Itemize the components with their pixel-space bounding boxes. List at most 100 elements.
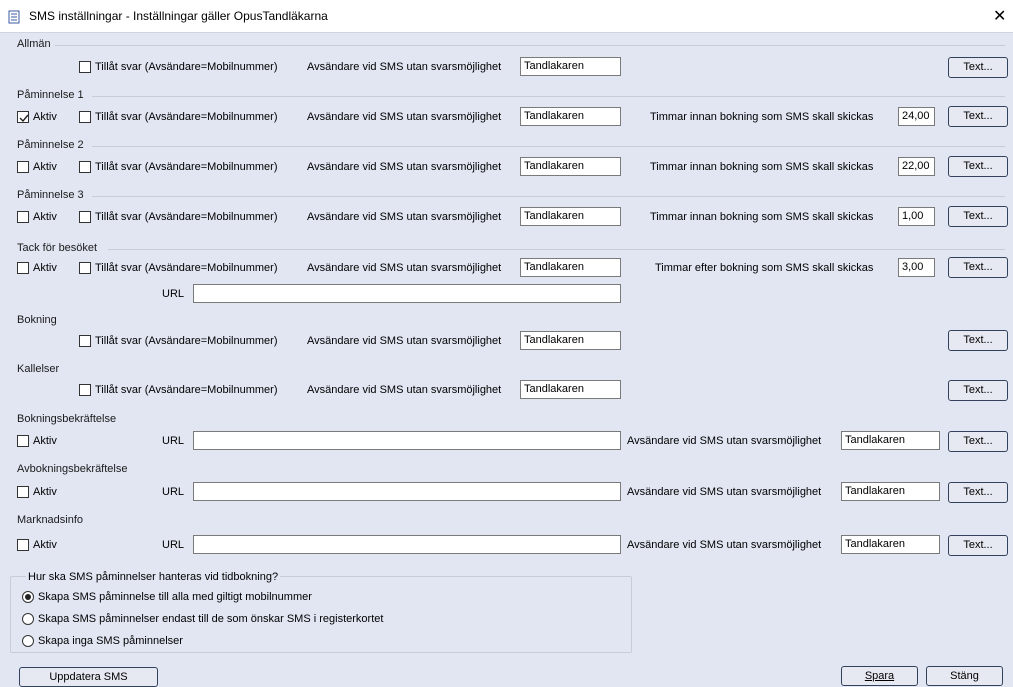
section-header-paminnelse3: Påminnelse 3: [17, 189, 84, 201]
text-button-paminnelse3[interactable]: Text...: [948, 206, 1008, 227]
sender-label: Avsändare vid SMS utan svarsmöjlighet: [627, 539, 822, 551]
active-checkbox-tack[interactable]: [17, 262, 29, 274]
active-label: Aktiv: [33, 211, 57, 223]
allow-reply-label: Tillåt svar (Avsändare=Mobilnummer): [95, 161, 278, 173]
sender-label: Avsändare vid SMS utan svarsmöjlighet: [307, 161, 502, 173]
allow-reply-checkbox-paminnelse1[interactable]: [79, 111, 91, 123]
section-header-allman: Allmän: [17, 38, 51, 50]
section-header-bokning: Bokning: [17, 314, 57, 326]
text-button-avbokningsbekraftelse[interactable]: Text...: [948, 482, 1008, 503]
allow-reply-checkbox-paminnelse2[interactable]: [79, 161, 91, 173]
active-label: Aktiv: [33, 486, 57, 498]
section-header-bokningsbekraftelse: Bokningsbekräftelse: [17, 413, 117, 425]
hours-input-paminnelse3[interactable]: 1,00: [898, 207, 935, 226]
url-input-avbokningsbekraftelse[interactable]: [193, 482, 621, 501]
sender-label: Avsändare vid SMS utan svarsmöjlighet: [627, 435, 822, 447]
hours-label: Timmar innan bokning som SMS skall skick…: [650, 111, 874, 123]
allow-reply-label: Tillåt svar (Avsändare=Mobilnummer): [95, 211, 278, 223]
sender-input-paminnelse2[interactable]: Tandlakaren: [520, 157, 621, 176]
radio-option-label: Skapa SMS påminnelse till alla med gilti…: [38, 591, 312, 603]
title-bar: SMS inställningar - Inställningar gäller…: [0, 0, 1013, 33]
radio-option-label: Skapa SMS påminnelser endast till de som…: [38, 613, 384, 625]
close-icon[interactable]: ✕: [993, 6, 1006, 26]
url-input-bokningsbekraftelse[interactable]: [193, 431, 621, 450]
text-button-paminnelse1[interactable]: Text...: [948, 106, 1008, 127]
hours-input-paminnelse2[interactable]: 22,00: [898, 157, 935, 176]
text-button-kallelser[interactable]: Text...: [948, 380, 1008, 401]
allow-reply-checkbox-kallelser[interactable]: [79, 384, 91, 396]
allow-reply-label: Tillåt svar (Avsändare=Mobilnummer): [95, 262, 278, 274]
allow-reply-checkbox-tack[interactable]: [79, 262, 91, 274]
hours-label: Timmar efter bokning som SMS skall skick…: [655, 262, 874, 274]
text-button-paminnelse2[interactable]: Text...: [948, 156, 1008, 177]
sender-input-avbokningsbekraftelse[interactable]: Tandlakaren: [841, 482, 940, 501]
radio-option-all[interactable]: [22, 591, 34, 603]
active-checkbox-avbokningsbekraftelse[interactable]: [17, 486, 29, 498]
group-line: [92, 96, 1005, 97]
active-label: Aktiv: [33, 161, 57, 173]
section-header-tack: Tack för besöket: [17, 242, 98, 254]
hours-label: Timmar innan bokning som SMS skall skick…: [650, 161, 874, 173]
url-label: URL: [162, 288, 185, 300]
allow-reply-checkbox-allman[interactable]: [79, 61, 91, 73]
section-header-paminnelse1: Påminnelse 1: [17, 89, 84, 101]
sender-label: Avsändare vid SMS utan svarsmöjlighet: [307, 335, 502, 347]
sender-label: Avsändare vid SMS utan svarsmöjlighet: [307, 211, 502, 223]
active-checkbox-paminnelse1[interactable]: [17, 111, 29, 123]
section-header-marknadsinfo: Marknadsinfo: [17, 514, 84, 526]
active-checkbox-bokningsbekraftelse[interactable]: [17, 435, 29, 447]
url-label: URL: [162, 486, 185, 498]
radio-option-only-requested[interactable]: [22, 613, 34, 625]
sender-input-paminnelse1[interactable]: Tandlakaren: [520, 107, 621, 126]
group-line: [55, 45, 1005, 46]
allow-reply-checkbox-paminnelse3[interactable]: [79, 211, 91, 223]
active-label: Aktiv: [33, 262, 57, 274]
hours-input-tack[interactable]: 3,00: [898, 258, 935, 277]
text-button-bokning[interactable]: Text...: [948, 330, 1008, 351]
active-checkbox-paminnelse2[interactable]: [17, 161, 29, 173]
active-label: Aktiv: [33, 111, 57, 123]
group-line: [92, 196, 1005, 197]
sender-input-kallelser[interactable]: Tandlakaren: [520, 380, 621, 399]
save-button[interactable]: Spara: [841, 666, 918, 686]
sender-label: Avsändare vid SMS utan svarsmöjlighet: [307, 262, 502, 274]
url-input-marknadsinfo[interactable]: [193, 535, 621, 554]
text-button-tack[interactable]: Text...: [948, 257, 1008, 278]
allow-reply-label: Tillåt svar (Avsändare=Mobilnummer): [95, 111, 278, 123]
sender-label: Avsändare vid SMS utan svarsmöjlighet: [307, 111, 502, 123]
sender-label: Avsändare vid SMS utan svarsmöjlighet: [307, 61, 502, 73]
allow-reply-label: Tillåt svar (Avsändare=Mobilnummer): [95, 61, 278, 73]
reminder-handling-question: Hur ska SMS påminnelser hanteras vid tid…: [26, 571, 281, 583]
checkmark-icon: [19, 114, 29, 123]
active-label: Aktiv: [33, 435, 57, 447]
url-label: URL: [162, 435, 185, 447]
active-checkbox-paminnelse3[interactable]: [17, 211, 29, 223]
text-button-allman[interactable]: Text...: [948, 57, 1008, 78]
sender-input-bokning[interactable]: Tandlakaren: [520, 331, 621, 350]
text-button-bokningsbekraftelse[interactable]: Text...: [948, 431, 1008, 452]
allow-reply-checkbox-bokning[interactable]: [79, 335, 91, 347]
sender-label: Avsändare vid SMS utan svarsmöjlighet: [307, 384, 502, 396]
hours-input-paminnelse1[interactable]: 24,00: [898, 107, 935, 126]
group-line: [92, 146, 1005, 147]
sender-input-bokningsbekraftelse[interactable]: Tandlakaren: [841, 431, 940, 450]
sender-input-tack[interactable]: Tandlakaren: [520, 258, 621, 277]
allow-reply-label: Tillåt svar (Avsändare=Mobilnummer): [95, 384, 278, 396]
sender-input-allman[interactable]: Tandlakaren: [520, 57, 621, 76]
url-input-tack[interactable]: [193, 284, 621, 303]
active-checkbox-marknadsinfo[interactable]: [17, 539, 29, 551]
active-label: Aktiv: [33, 539, 57, 551]
update-sms-button[interactable]: Uppdatera SMS: [19, 667, 158, 687]
sender-input-paminnelse3[interactable]: Tandlakaren: [520, 207, 621, 226]
text-button-marknadsinfo[interactable]: Text...: [948, 535, 1008, 556]
sender-label: Avsändare vid SMS utan svarsmöjlighet: [627, 486, 822, 498]
radio-option-label: Skapa inga SMS påminnelser: [38, 635, 183, 647]
sender-input-marknadsinfo[interactable]: Tandlakaren: [841, 535, 940, 554]
url-label: URL: [162, 539, 185, 551]
section-header-paminnelse2: Påminnelse 2: [17, 139, 84, 151]
document-icon: [7, 10, 21, 27]
radio-option-none[interactable]: [22, 635, 34, 647]
window-title: SMS inställningar - Inställningar gäller…: [29, 9, 328, 23]
close-button[interactable]: Stäng: [926, 666, 1003, 686]
hours-label: Timmar innan bokning som SMS skall skick…: [650, 211, 874, 223]
